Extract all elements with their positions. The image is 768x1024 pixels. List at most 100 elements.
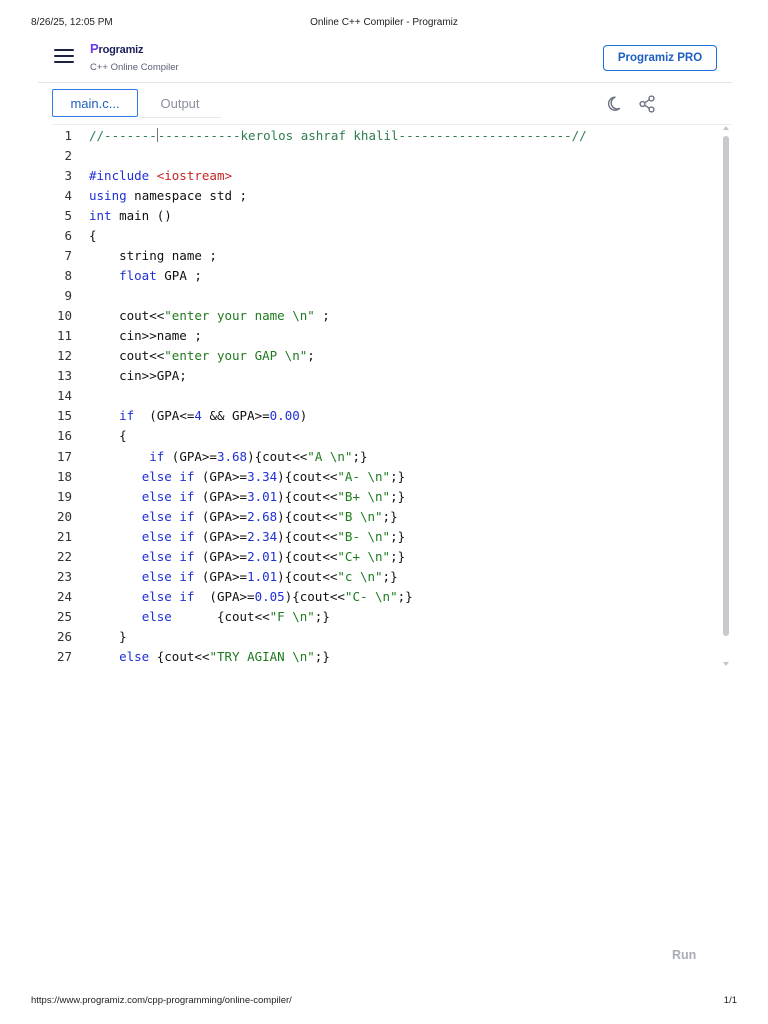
line-source[interactable]: #include <iostream> xyxy=(89,166,232,186)
code-line[interactable]: 6{ xyxy=(40,226,700,246)
code-token: "B \n" xyxy=(337,508,383,524)
line-number: 21 xyxy=(56,528,72,544)
code-token: cout<< xyxy=(89,348,165,364)
code-token: ;} xyxy=(390,488,406,504)
code-line[interactable]: 23 else if (GPA>=1.01){cout<<"c \n";} xyxy=(40,567,700,587)
programiz-logo[interactable]: Programiz C++ Online Compiler xyxy=(90,41,179,73)
code-line[interactable]: 16 { xyxy=(40,426,700,446)
line-source[interactable]: //------------------kerolos ashraf khali… xyxy=(89,126,587,146)
code-token: && GPA>= xyxy=(201,408,270,424)
code-token: ) xyxy=(299,408,308,424)
line-source[interactable]: cout<<"enter your GAP \n"; xyxy=(89,346,315,366)
line-source[interactable]: cout<<"enter your name \n" ; xyxy=(89,306,330,326)
code-line[interactable]: 7 string name ; xyxy=(40,246,700,266)
line-number: 14 xyxy=(56,388,72,404)
code-editor[interactable]: 1 //------------------kerolos ashraf khal… xyxy=(40,126,700,667)
hamburger-menu-icon[interactable] xyxy=(54,49,74,65)
code-line[interactable]: 24 else if (GPA>=0.05){cout<<"C- \n";} xyxy=(40,587,700,607)
code-line[interactable]: 3 #include <iostream> xyxy=(40,166,700,186)
line-source[interactable]: else {cout<<"TRY AGIAN \n";} xyxy=(89,647,330,667)
line-number: 16 xyxy=(56,428,72,444)
line-source[interactable]: else if (GPA>=3.34){cout<<"A- \n";} xyxy=(89,467,405,487)
line-number: 27 xyxy=(56,648,72,664)
code-token: "C+ \n" xyxy=(337,548,391,564)
tab-main-file[interactable]: main.c... xyxy=(52,89,138,117)
line-source[interactable]: { xyxy=(89,426,127,446)
line-source[interactable]: else if (GPA>=3.01){cout<<"B+ \n";} xyxy=(89,487,405,507)
editor-scrollbar[interactable] xyxy=(722,126,730,666)
line-source[interactable]: else {cout<<"F \n";} xyxy=(89,607,330,627)
code-line[interactable]: 17 if (GPA>=3.68){cout<<"A \n";} xyxy=(40,447,700,467)
line-source[interactable]: using namespace std ; xyxy=(89,186,247,206)
line-source[interactable]: } xyxy=(89,627,127,647)
programiz-pro-button[interactable]: Programiz PRO xyxy=(603,45,717,71)
code-line[interactable]: 1 //------------------kerolos ashraf khal… xyxy=(40,126,700,146)
line-source[interactable]: cin>>GPA; xyxy=(89,366,187,386)
scroll-up-arrow-icon[interactable] xyxy=(723,126,729,130)
line-number: 4 xyxy=(64,188,72,204)
line-source[interactable]: string name ; xyxy=(89,246,217,266)
code-token: ){cout<< xyxy=(277,508,338,524)
editor-divider xyxy=(52,124,732,125)
code-token: "B+ \n" xyxy=(337,488,391,504)
line-source[interactable]: { xyxy=(89,226,97,246)
moon-icon[interactable] xyxy=(606,94,626,114)
code-line[interactable]: 21 else if (GPA>=2.34){cout<<"B- \n";} xyxy=(40,527,700,547)
line-source[interactable]: cin>>name ; xyxy=(89,326,202,346)
line-source[interactable]: if (GPA>=3.68){cout<<"A \n";} xyxy=(89,447,367,467)
line-source[interactable]: else if (GPA>=2.34){cout<<"B- \n";} xyxy=(89,527,405,547)
line-number: 20 xyxy=(56,508,72,524)
line-source[interactable]: else if (GPA>=2.68){cout<<"B \n";} xyxy=(89,507,398,527)
code-line[interactable]: 22 else if (GPA>=2.01){cout<<"C+ \n";} xyxy=(40,547,700,567)
code-token: ){cout<< xyxy=(277,568,338,584)
code-token: ;} xyxy=(382,508,398,524)
code-line[interactable]: 9 xyxy=(40,286,700,306)
code-line[interactable]: 4 using namespace std ; xyxy=(40,186,700,206)
code-token: ; xyxy=(314,308,330,324)
code-line[interactable]: 11 cin>>name ; xyxy=(40,326,700,346)
code-token: string name ; xyxy=(89,248,217,264)
line-source[interactable]: float GPA ; xyxy=(89,266,202,286)
code-line[interactable]: 15 if (GPA<=4 && GPA>=0.00) xyxy=(40,406,700,426)
code-token: ){cout<< xyxy=(277,528,338,544)
line-number: 25 xyxy=(56,608,72,624)
code-token: 1.01 xyxy=(247,568,278,584)
run-button[interactable]: Run xyxy=(672,948,696,962)
code-line[interactable]: 18 else if (GPA>=3.34){cout<<"A- \n";} xyxy=(40,467,700,487)
share-icon[interactable] xyxy=(637,94,657,114)
scroll-down-arrow-icon[interactable] xyxy=(723,662,729,666)
code-token: ){cout<< xyxy=(277,468,338,484)
code-token: "enter your name \n" xyxy=(164,308,315,324)
code-line[interactable]: 5 int main () xyxy=(40,206,700,226)
code-line[interactable]: 20 else if (GPA>=2.68){cout<<"B \n";} xyxy=(40,507,700,527)
code-token: ;} xyxy=(390,468,406,484)
code-line[interactable]: 10 cout<<"enter your name \n" ; xyxy=(40,306,700,326)
code-line[interactable]: 13 cin>>GPA; xyxy=(40,366,700,386)
tab-output[interactable]: Output xyxy=(139,89,221,118)
line-source[interactable]: int main () xyxy=(89,206,172,226)
code-token: ;} xyxy=(397,588,413,604)
line-source[interactable]: if (GPA<=4 && GPA>=0.00) xyxy=(89,406,307,426)
line-source[interactable]: else if (GPA>=1.01){cout<<"c \n";} xyxy=(89,567,398,587)
code-line[interactable]: 25 else {cout<<"F \n";} xyxy=(40,607,700,627)
code-line[interactable]: 26 } xyxy=(40,627,700,647)
code-token: 3.01 xyxy=(247,488,278,504)
line-number: 18 xyxy=(56,468,72,484)
scroll-thumb[interactable] xyxy=(723,136,729,636)
code-line[interactable]: 19 else if (GPA>=3.01){cout<<"B+ \n";} xyxy=(40,487,700,507)
line-source[interactable]: else if (GPA>=0.05){cout<<"C- \n";} xyxy=(89,587,413,607)
code-token: "TRY AGIAN \n" xyxy=(209,648,315,664)
code-line[interactable]: 12 cout<<"enter your GAP \n"; xyxy=(40,346,700,366)
code-token: ){cout<< xyxy=(247,448,308,464)
code-line[interactable]: 14 xyxy=(40,386,700,406)
line-source[interactable]: else if (GPA>=2.01){cout<<"C+ \n";} xyxy=(89,547,405,567)
code-line[interactable]: 2 xyxy=(40,146,700,166)
code-token: else if xyxy=(141,488,195,504)
code-line[interactable]: 8 float GPA ; xyxy=(40,266,700,286)
code-token: 2.68 xyxy=(247,508,278,524)
code-line[interactable]: 27 else {cout<<"TRY AGIAN \n";} xyxy=(40,647,700,667)
code-token: (GPA>= xyxy=(194,488,248,504)
logo-wordmark: Programiz xyxy=(90,41,144,56)
